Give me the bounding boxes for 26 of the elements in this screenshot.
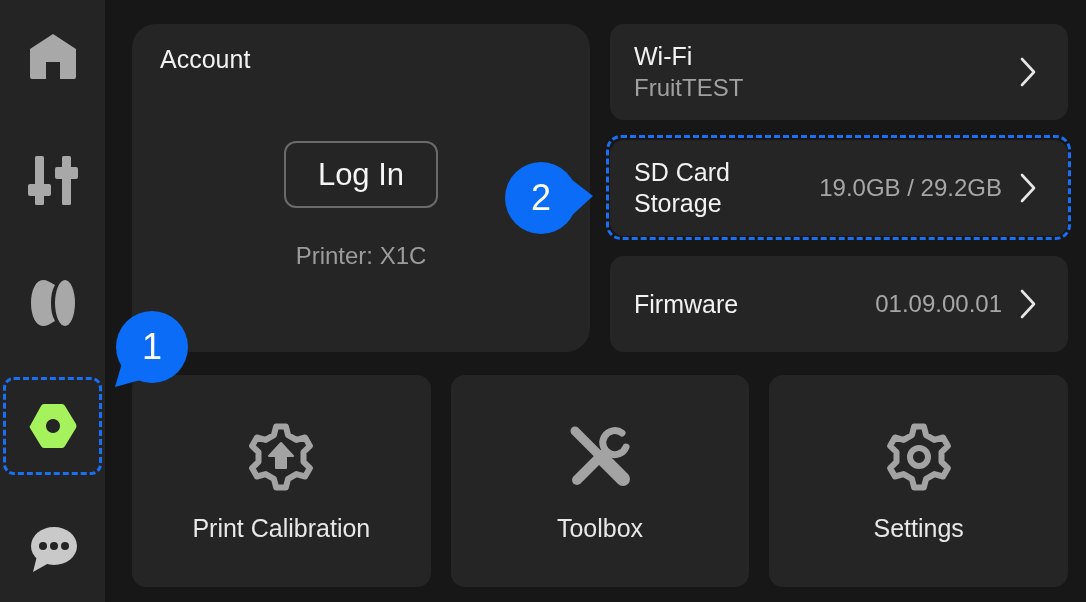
printer-model: Printer: X1C [295,242,427,270]
settings-row[interactable]: Firmware 01.09.00.01 [610,256,1068,352]
row-value: 01.09.00.01 [875,290,1002,318]
spool-icon [30,280,75,326]
menu-tile[interactable]: Print Calibration [132,375,431,587]
step-callout: 1 [114,311,188,388]
sliders-icon [27,155,78,205]
row-value: 19.0GB / 29.2GB [819,174,1002,202]
settings-row[interactable]: Wi-Fi FruitTEST [610,24,1068,120]
chevron-icon [1020,173,1036,203]
step-callout: 2 [505,162,594,234]
settings-row[interactable]: SD Card Storage 19.0GB / 29.2GB [610,140,1068,236]
nav-item[interactable] [3,377,102,475]
home-icon [28,34,77,80]
row-title: SD Card Storage [634,157,731,219]
account-title: Account [160,44,251,74]
row-title: Firmware [634,288,739,320]
chevron-icon [1020,289,1036,319]
menu-tile[interactable]: Toolbox [450,375,750,587]
login-button[interactable]: Log In [284,141,438,208]
menu-tile[interactable]: Settings [769,375,1068,587]
hex-nut-icon [27,404,78,448]
chat-icon [28,526,77,572]
row-title: Wi-Fi [634,41,693,72]
row-subtitle: FruitTEST [634,73,744,103]
chevron-icon [1020,57,1036,87]
